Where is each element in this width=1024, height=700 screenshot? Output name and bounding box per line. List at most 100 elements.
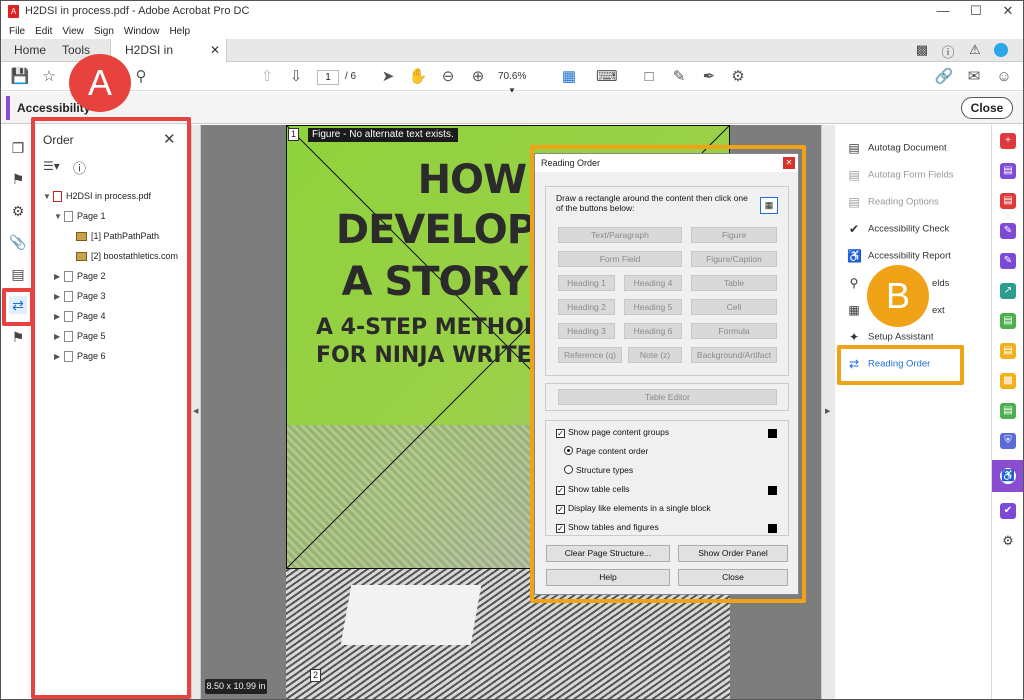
collapse-left-icon[interactable]: ◀ <box>193 407 198 415</box>
action-wizard-icon[interactable]: ✔ <box>1000 503 1016 519</box>
setup-assistant-label: Setup Assistant <box>868 331 934 343</box>
form-fields-icon: ▤ <box>848 168 860 182</box>
document-icon[interactable]: ▤ <box>9 265 27 283</box>
page-size-badge: 8.50 x 10.99 in <box>205 679 267 694</box>
send-sign-icon[interactable]: ⚙ <box>728 68 748 86</box>
reading-order-dialog-highlight <box>530 145 806 603</box>
page-number-input[interactable]: 1 <box>317 70 339 85</box>
reading-order-number-1: 1 <box>288 128 299 141</box>
zoom-level-dropdown[interactable]: 70.6% ▼ <box>498 70 546 95</box>
right-tools-rail: + ▤ ▤ ✎ ✎ ↗ ▤ ▤ ▩ ▤ ⛨ ♿ ✔ ⚙ <box>991 125 1023 699</box>
fill-sign-icon[interactable]: ✎ <box>1000 253 1016 269</box>
zoom-in-icon[interactable]: ⊕ <box>468 68 488 86</box>
accessibility-tools-panel: ▤ Autotag Document ▤ Autotag Form Fields ▤… <box>835 125 991 699</box>
autotag-form-fields-label: Autotag Form Fields <box>868 169 954 181</box>
zoom-search-icon[interactable]: ⚲ <box>131 68 151 86</box>
tab-close-icon[interactable]: ✕ <box>210 39 220 61</box>
menu-window[interactable]: Window <box>124 26 160 37</box>
create-pdf-icon[interactable]: + <box>1000 133 1016 149</box>
maximize-icon[interactable]: ☐ <box>966 3 986 19</box>
sign-icon[interactable]: ✒ <box>699 68 719 86</box>
left-navigation-rail: ❐ ⚑ ⚙ 📎 ▤ ⇄ ⚑ <box>1 125 33 699</box>
reading-options-item[interactable]: ▤ Reading Options <box>847 195 938 209</box>
page-up-icon[interactable]: ⇧ <box>257 68 277 86</box>
check-circle-icon: ✔ <box>848 222 860 236</box>
reading-order-number-2: 2 <box>310 669 321 682</box>
setup-assistant-item[interactable]: ✦ Setup Assistant <box>847 330 934 344</box>
accessibility-icon: ♿ <box>1000 468 1016 484</box>
organize-pages-icon[interactable]: ▤ <box>1000 193 1016 209</box>
hand-tool-icon[interactable]: ✋ <box>408 68 428 86</box>
combine-files-icon[interactable]: ▤ <box>1000 163 1016 179</box>
tab-document[interactable]: H2DSI in process.pdf ✕ <box>110 39 227 79</box>
notification-bell-icon[interactable]: ⚠ <box>967 42 983 58</box>
bookmarks-icon[interactable]: ⚑ <box>9 170 27 188</box>
paper-sheet-shape <box>340 585 482 645</box>
accessibility-check-item[interactable]: ✔ Accessibility Check <box>847 222 949 236</box>
menu-edit[interactable]: Edit <box>35 26 52 37</box>
alternate-text-label-partial: ext <box>932 304 945 316</box>
page-thumbnails-icon[interactable]: ❐ <box>9 139 27 157</box>
sticky-note-icon[interactable]: □ <box>639 68 659 86</box>
magic-wand-icon: ✦ <box>848 330 860 344</box>
share-link-icon[interactable]: 🔗 <box>934 68 954 86</box>
protect-shield-icon[interactable]: ⛨ <box>1000 433 1016 449</box>
accessibility-report-label: Accessibility Report <box>868 250 951 262</box>
right-panel-splitter[interactable]: ▶ <box>821 125 835 699</box>
compare-icon[interactable]: ▤ <box>1000 313 1016 329</box>
menu-bar: File Edit View Sign Window Help <box>1 23 1023 39</box>
keyboard-icon[interactable]: ⌨ <box>596 68 618 86</box>
form-fields-label-partial: elds <box>932 277 950 289</box>
accessibility-tool-active[interactable]: ♿ <box>992 460 1023 492</box>
more-tools-icon[interactable]: ⚙ <box>1000 533 1016 549</box>
zoom-value: 70.6% <box>498 71 527 82</box>
edit-pdf-icon[interactable]: ✎ <box>1000 223 1016 239</box>
close-window-icon[interactable]: ✕ <box>998 3 1018 19</box>
autotag-form-fields-item[interactable]: ▤ Autotag Form Fields <box>847 168 954 182</box>
callout-b: B <box>867 265 929 327</box>
title-bar: A H2DSI in process.pdf - Adobe Acrobat P… <box>1 1 1023 23</box>
autotag-document-icon: ▤ <box>848 141 860 155</box>
attachments-icon[interactable]: 📎 <box>9 233 27 251</box>
cover-subline-2: FOR NINJA WRITERS <box>316 343 565 368</box>
bookmark-star-icon[interactable]: ☆ <box>39 68 59 86</box>
export-pdf-icon[interactable]: ↗ <box>1000 283 1016 299</box>
tab-bar: Home Tools H2DSI in process.pdf ✕ ▩ ⓘ ⚠ <box>1 39 1023 79</box>
email-icon[interactable]: ✉ <box>964 68 984 86</box>
print-production-icon[interactable]: ▤ <box>1000 403 1016 419</box>
zoom-out-icon[interactable]: ⊖ <box>438 68 458 86</box>
tab-home[interactable]: Home <box>14 39 46 62</box>
magnifier-icon: ⚲ <box>849 276 859 290</box>
close-tool-button[interactable]: Close <box>961 97 1013 119</box>
accessibility-report-item[interactable]: ♿ Accessibility Report <box>847 249 951 263</box>
left-panel-splitter[interactable]: ◀ <box>191 125 201 699</box>
select-cursor-icon[interactable]: ➤ <box>378 68 398 86</box>
autotag-document-item[interactable]: ▤ Autotag Document <box>847 141 947 155</box>
fit-page-icon[interactable]: ▦ <box>559 68 579 86</box>
page-down-icon[interactable]: ⇩ <box>286 68 306 86</box>
user-avatar[interactable] <box>994 43 1008 57</box>
content-icon[interactable]: ⚙ <box>9 202 27 220</box>
menu-sign[interactable]: Sign <box>94 26 114 37</box>
page-total: / 6 <box>345 71 357 82</box>
minimize-icon[interactable]: — <box>933 3 953 18</box>
save-icon[interactable]: 💾 <box>10 68 30 86</box>
cover-subline-1: A 4-STEP METHOD <box>316 315 543 340</box>
highlight-pen-icon[interactable]: ✎ <box>669 68 689 86</box>
window-title: H2DSI in process.pdf - Adobe Acrobat Pro… <box>25 5 250 17</box>
comment-icon[interactable]: ▩ <box>914 42 930 58</box>
menu-help[interactable]: Help <box>169 26 190 37</box>
stamp-icon[interactable]: ▩ <box>1000 373 1016 389</box>
autotag-document-label: Autotag Document <box>868 142 947 154</box>
acrobat-window: A H2DSI in process.pdf - Adobe Acrobat P… <box>0 0 1024 700</box>
acrobat-app-icon: A <box>8 5 19 18</box>
collapse-right-icon[interactable]: ▶ <box>825 407 830 415</box>
comment-tool-icon[interactable]: ▤ <box>1000 343 1016 359</box>
help-icon[interactable]: ⓘ <box>940 42 956 60</box>
tags-icon[interactable]: ⚑ <box>9 328 27 346</box>
accessibility-check-label: Accessibility Check <box>868 223 950 235</box>
main-toolbar: 💾 ☆ ⚲ ⇧ ⇩ 1 / 6 ➤ ✋ ⊖ ⊕ 70.6% ▼ ▦ ⌨ □ ✎ … <box>1 63 1023 95</box>
menu-view[interactable]: View <box>62 26 84 37</box>
menu-file[interactable]: File <box>9 26 25 37</box>
add-user-icon[interactable]: ☺ <box>994 68 1014 86</box>
